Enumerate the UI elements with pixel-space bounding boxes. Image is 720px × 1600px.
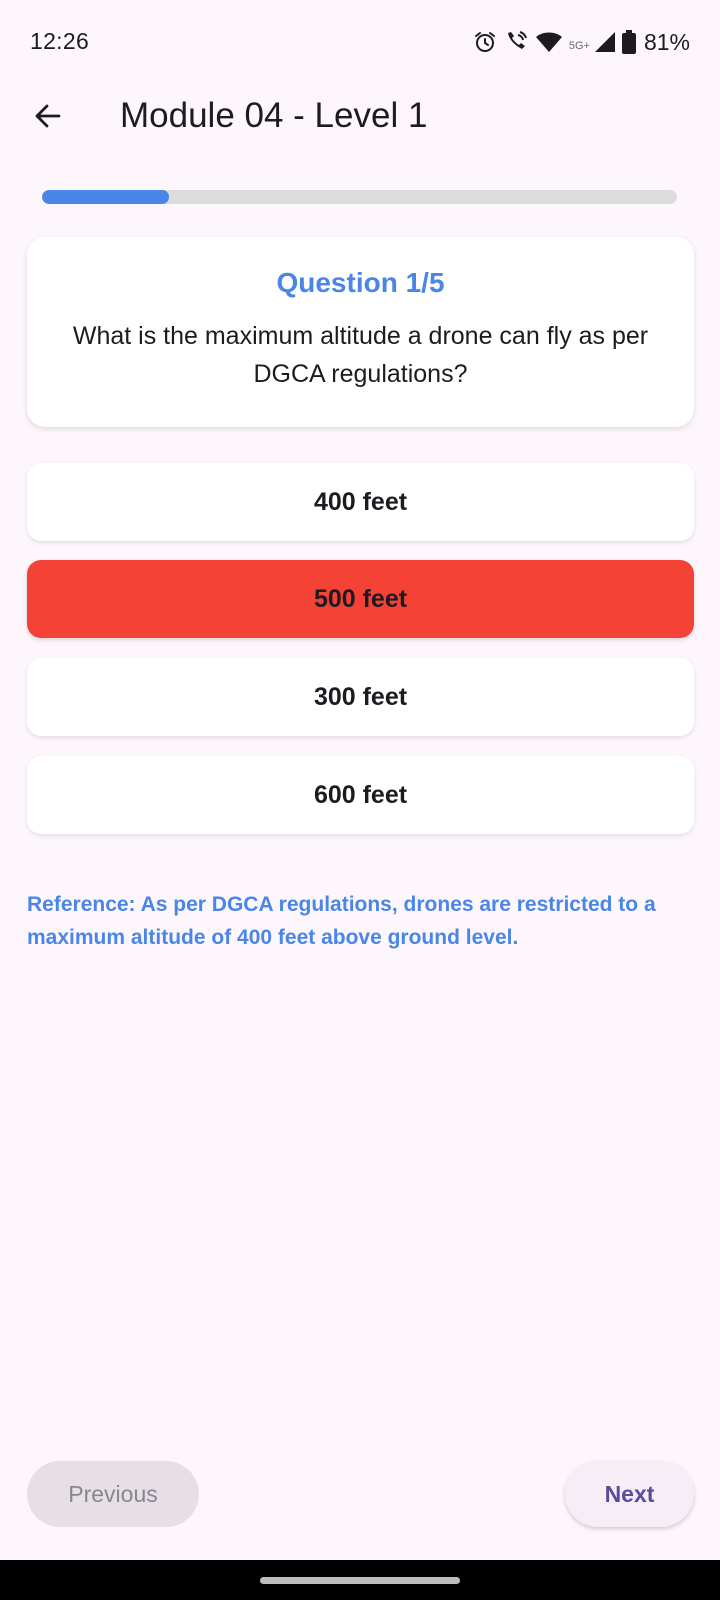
status-icons: 5G+ 81%	[473, 26, 690, 58]
alarm-icon	[473, 30, 497, 54]
answer-option-label: 500 feet	[313, 584, 408, 613]
next-button-label: Next	[604, 1480, 655, 1507]
reference-text: Reference: As per DGCA regulations, dron…	[27, 893, 656, 949]
system-nav-bar	[0, 1560, 720, 1600]
signal-icon	[594, 31, 616, 53]
answer-option[interactable]: 300 feet	[27, 658, 694, 736]
status-bar: 12:26 5G+ 81%	[0, 0, 720, 88]
progress-bar-fill	[42, 190, 169, 204]
question-text: What is the maximum altitude a drone can…	[72, 322, 649, 388]
next-button[interactable]: Next	[565, 1461, 694, 1527]
progress-bar	[42, 190, 677, 204]
previous-button-label: Previous	[68, 1480, 158, 1507]
answer-option[interactable]: 500 feet	[27, 560, 694, 638]
answer-option-label: 600 feet	[313, 780, 408, 809]
page-title: Module 04 - Level 1	[120, 96, 428, 135]
answer-option-label: 300 feet	[313, 682, 408, 711]
status-time: 12:26	[30, 28, 90, 54]
answer-option[interactable]: 400 feet	[27, 463, 694, 541]
answer-option-label: 400 feet	[313, 487, 408, 516]
arrow-left-icon	[33, 101, 63, 136]
app-bar: Module 04 - Level 1	[0, 88, 720, 148]
previous-button[interactable]: Previous	[27, 1461, 199, 1527]
answer-option[interactable]: 600 feet	[27, 756, 694, 834]
question-card: Question 1/5 What is the maximum altitud…	[27, 237, 694, 427]
question-number: Question 1/5	[276, 267, 445, 298]
wifi-icon	[535, 30, 563, 54]
network-type-label: 5G+	[568, 40, 590, 52]
home-indicator[interactable]	[260, 1577, 460, 1584]
wifi-call-icon	[503, 29, 529, 55]
back-button[interactable]	[22, 88, 74, 148]
battery-icon	[621, 30, 636, 54]
battery-percent: 81%	[643, 28, 690, 55]
